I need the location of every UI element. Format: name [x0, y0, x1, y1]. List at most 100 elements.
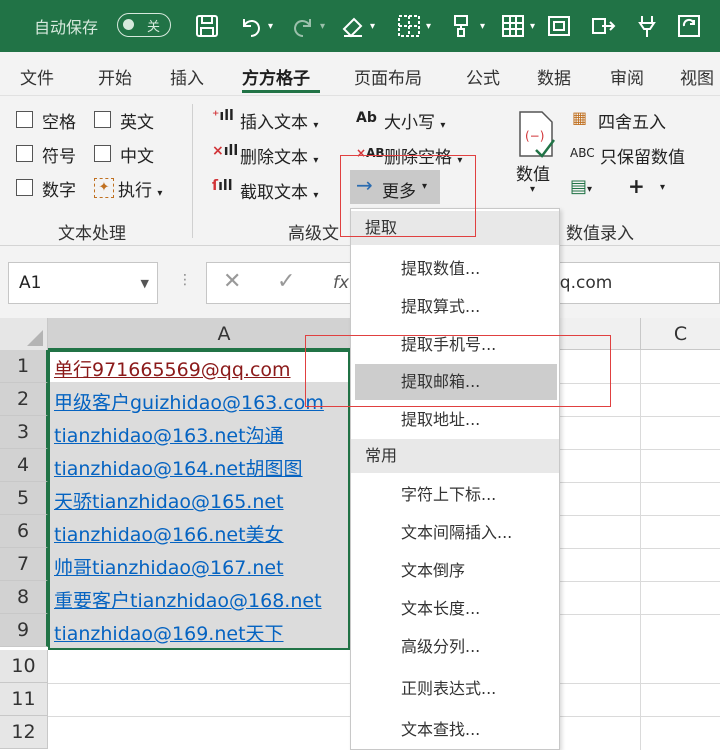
cell-a7[interactable]: 帅哥tianzhidao@167.net [54, 553, 284, 580]
checkbox-space[interactable] [16, 111, 33, 128]
row-header[interactable]: 12 [0, 716, 48, 749]
borders-icon[interactable]: ▾ [396, 10, 431, 42]
menu-item-extract-formula[interactable]: 提取算式... [351, 289, 559, 325]
svg-text:(−): (−) [525, 129, 544, 143]
row-header[interactable]: 5 [0, 482, 48, 515]
select-all-corner[interactable] [0, 318, 48, 350]
export-icon[interactable] [590, 10, 616, 42]
menu-item-text-length[interactable]: 文本长度... [351, 591, 559, 627]
delete-text-button[interactable]: 删除文本 ▾ [240, 143, 318, 168]
row-header[interactable]: 3 [0, 416, 48, 449]
tab-home[interactable]: 开始 [98, 64, 132, 89]
checkbox-symbol[interactable] [16, 145, 33, 162]
plus-icon[interactable]: + [628, 174, 645, 198]
execute-icon: ✦ [94, 178, 114, 198]
cell-a6[interactable]: tianzhidao@166.net美女 [54, 520, 284, 547]
extract-text-icon: ſıll [212, 178, 233, 194]
name-box-value: A1 [19, 273, 42, 293]
keep-values-button[interactable]: 只保留数值 [600, 143, 685, 168]
delete-spaces-button[interactable]: 删除空格 ▾ [384, 143, 462, 168]
row-header[interactable]: 4 [0, 449, 48, 482]
pin-icon[interactable] [634, 10, 660, 42]
cell-a9[interactable]: tianzhidao@169.net天下 [54, 619, 284, 646]
grid-table-icon[interactable]: ▾ [500, 10, 535, 42]
extract-text-button[interactable]: 截取文本 ▾ [240, 178, 318, 203]
round-icon: ▦ [572, 108, 588, 127]
menu-item-extract-number[interactable]: 提取数值... [351, 251, 559, 287]
insert-text-label: 插入文本 [240, 113, 308, 133]
insert-text-button[interactable]: 插入文本 ▾ [240, 108, 318, 133]
insert-function-icon[interactable]: fx [333, 273, 349, 293]
tab-fangfang-gezi[interactable]: 方方格子 [242, 64, 310, 89]
row-header[interactable]: 7 [0, 548, 48, 581]
tab-file[interactable]: 文件 [20, 64, 54, 89]
undo-icon[interactable]: ▾ [238, 10, 273, 42]
row-header[interactable]: 2 [0, 383, 48, 416]
checkbox-english[interactable] [94, 111, 111, 128]
column-header-c[interactable]: C [640, 318, 720, 350]
more-dropdown-menu: 提取 提取数值... 提取算式... 提取手机号... 提取邮箱... 提取地址… [350, 208, 560, 750]
checkbox-number-label: 数字 [42, 181, 76, 201]
numeric-button[interactable]: 数值 [516, 160, 550, 185]
group-label-advanced-text: 高级文 [288, 224, 339, 244]
column-header-a[interactable]: A [48, 318, 400, 350]
cell-a3[interactable]: tianzhidao@163.net沟通 [54, 421, 284, 448]
cell-a2[interactable]: 甲级客户guizhidao@163.com [54, 388, 324, 415]
cell-a5[interactable]: 天骄tianzhidao@165.net [54, 487, 284, 514]
row-header[interactable]: 10 [0, 650, 48, 683]
save-icon[interactable] [194, 10, 220, 42]
checkbox-chinese[interactable] [94, 145, 111, 162]
round-button[interactable]: 四舍五入 [598, 108, 666, 133]
row-header[interactable]: 8 [0, 581, 48, 614]
confirm-icon[interactable]: ✓ [277, 269, 295, 294]
menu-item-extract-address[interactable]: 提取地址... [351, 402, 559, 438]
toggle-state-label: 关 [147, 20, 161, 35]
execute-button[interactable]: 执行 ▾ [118, 176, 162, 201]
cell-a8[interactable]: 重要客户tianzhidao@168.net [54, 586, 322, 613]
row-header[interactable]: 9 [0, 614, 48, 647]
screen-capture-icon[interactable] [546, 10, 572, 42]
cell-a1[interactable]: 单行971665569@qq.com [54, 355, 291, 382]
tab-data[interactable]: 数据 [537, 64, 571, 89]
checkbox-number[interactable] [16, 179, 33, 196]
delete-text-label: 删除文本 [240, 148, 308, 168]
tab-review[interactable]: 审阅 [610, 64, 644, 89]
execute-label: 执行 [118, 181, 152, 201]
format-painter-icon[interactable]: ▾ [450, 10, 485, 42]
menu-item-text-interval-insert[interactable]: 文本间隔插入... [351, 515, 559, 551]
autosave-toggle[interactable]: 关 [117, 13, 171, 37]
menu-item-text-reverse[interactable]: 文本倒序 [351, 553, 559, 589]
delete-spaces-icon: ×AB [356, 146, 385, 160]
tab-page-layout[interactable]: 页面布局 [354, 64, 422, 89]
menu-item-extract-phone[interactable]: 提取手机号... [351, 327, 559, 363]
chevron-down-icon: ▾ [422, 181, 428, 192]
name-box[interactable]: A1 ▼ [8, 262, 158, 304]
row-header[interactable]: 6 [0, 515, 48, 548]
menu-item-extract-email[interactable]: 提取邮箱... [355, 364, 557, 400]
case-button[interactable]: 大小写 ▾ [384, 108, 445, 133]
autosave-label: 自动保存 [34, 18, 99, 37]
menu-item-regex[interactable]: 正则表达式... [351, 671, 559, 707]
tab-view[interactable]: 视图 [680, 64, 714, 89]
group-label-numeric-entry: 数值录入 [566, 224, 634, 244]
tab-insert[interactable]: 插入 [170, 64, 204, 89]
row-header[interactable]: 1 [0, 350, 48, 383]
delete-spaces-label: 删除空格 [384, 148, 452, 168]
menu-item-superscript[interactable]: 字符上下标... [351, 477, 559, 513]
row-header[interactable]: 11 [0, 683, 48, 716]
grid-line [640, 350, 641, 750]
more-button[interactable]: → 更多 ▾ [350, 170, 440, 204]
delete-spaces-icon-text: AB [366, 146, 385, 160]
eraser-icon[interactable]: ▾ [340, 10, 375, 42]
cancel-icon[interactable]: ✕ [223, 269, 241, 294]
redo-icon[interactable]: ▾ [290, 10, 325, 42]
delete-text-icon: ×ıll [212, 143, 239, 159]
cell-a4[interactable]: tianzhidao@164.net胡图图 [54, 454, 303, 481]
tab-formulas[interactable]: 公式 [466, 64, 500, 89]
table-edit-icon[interactable]: ▤▾ [570, 176, 592, 197]
menu-item-advanced-split[interactable]: 高级分列... [351, 629, 559, 665]
plus-chevron-icon: ▾ [660, 182, 666, 193]
arrow-right-icon: → [356, 173, 373, 197]
menu-item-text-find[interactable]: 文本查找... [351, 712, 559, 748]
refresh-window-icon[interactable] [676, 10, 702, 42]
